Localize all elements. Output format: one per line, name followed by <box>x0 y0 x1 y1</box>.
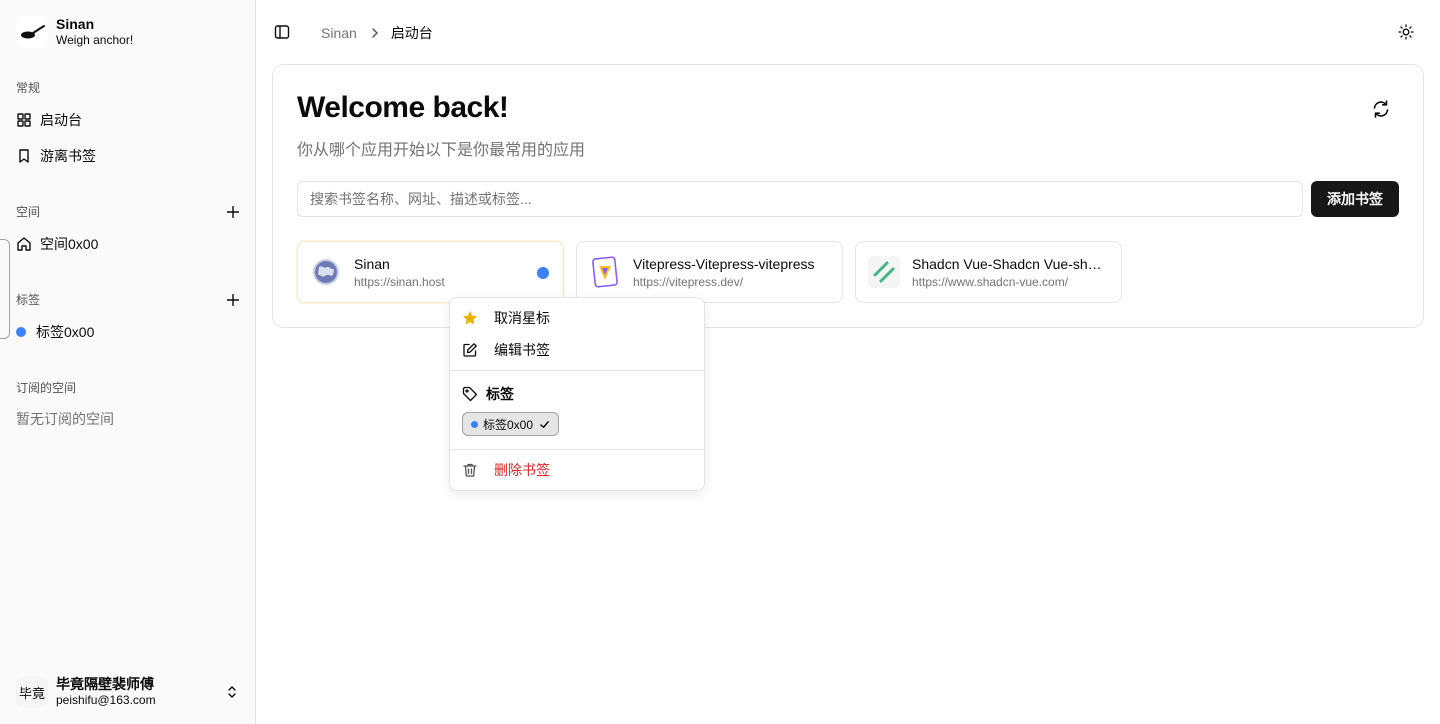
vitepress-logo-icon <box>589 256 621 288</box>
shadcn-vue-logo-icon <box>868 256 900 288</box>
launchpad-card: Welcome back! 你从哪个应用开始以下是你最常用的应用 添加书签 Si… <box>272 64 1424 328</box>
theme-toggle-button[interactable] <box>1396 22 1416 42</box>
globe-icon <box>310 256 342 288</box>
sidebar-item-loose-bookmarks[interactable]: 游离书签 <box>8 140 248 172</box>
breadcrumb-root[interactable]: Sinan <box>321 25 357 41</box>
unstar-menu-item[interactable]: 取消星标 <box>454 302 700 334</box>
bookmark-url: https://www.shadcn-vue.com/ <box>912 274 1069 289</box>
refresh-icon <box>1373 100 1389 118</box>
trash-icon <box>462 462 478 478</box>
refresh-button[interactable] <box>1369 97 1393 121</box>
add-tag-button[interactable] <box>225 292 241 308</box>
bookmark-name: Shadcn Vue-Shadcn Vue-shadcn <box>912 255 1104 272</box>
menu-divider <box>450 370 704 371</box>
group-label-spaces: 空间 <box>16 205 41 219</box>
user-menu-button[interactable]: 毕竟 毕竟隔壁裴师傅 peishifu@163.com <box>8 668 248 716</box>
brand-tagline: Weigh anchor! <box>56 33 134 47</box>
user-name: 毕竟隔壁裴师傅 <box>56 676 154 692</box>
top-bar: Sinan 启动台 <box>256 0 1440 64</box>
brand[interactable]: Sinan Weigh anchor! <box>16 16 133 48</box>
sidebar-toggle-button[interactable] <box>272 22 292 42</box>
edit-bookmark-menu-item[interactable]: 编辑书签 <box>454 334 700 366</box>
menu-tags-header: 标签 <box>462 384 514 404</box>
page-subtitle: 你从哪个应用开始以下是你最常用的应用 <box>297 142 586 159</box>
bookmark-name: Sinan <box>354 255 390 272</box>
chevron-right-icon <box>369 27 381 39</box>
group-label-general: 常规 <box>16 81 41 95</box>
tag-color-dot <box>471 420 478 428</box>
breadcrumb-current: 启动台 <box>390 25 433 41</box>
bookmark-context-menu: 取消星标 编辑书签 标签 标签0x00 删除书签 <box>449 297 705 491</box>
sidebar-item-label: 启动台 <box>40 112 82 128</box>
menu-item-label: 取消星标 <box>494 310 550 326</box>
plus-icon <box>227 294 239 306</box>
tag-color-dot <box>537 267 549 279</box>
menu-tags-label: 标签 <box>486 386 514 402</box>
add-space-button[interactable] <box>225 204 241 220</box>
grid-icon <box>16 112 32 128</box>
panel-left-icon <box>274 25 290 39</box>
group-label-subscribed: 订阅的空间 <box>16 381 77 395</box>
sun-icon <box>1398 24 1414 40</box>
breadcrumb: Sinan 启动台 <box>321 23 433 43</box>
bookmark-name: Vitepress-Vitepress-vitepress <box>633 255 815 272</box>
tag-color-dot <box>16 327 26 337</box>
chevrons-up-down-icon <box>228 686 236 698</box>
menu-divider <box>450 449 704 450</box>
bookmark-card-vitepress[interactable]: Vitepress-Vitepress-vitepress https://vi… <box>576 241 843 303</box>
plus-icon <box>227 206 239 218</box>
bookmark-url: https://sinan.host <box>354 274 445 289</box>
avatar: 毕竟 <box>16 676 48 708</box>
spoon-logo-icon <box>16 16 48 48</box>
bookmark-icon <box>16 148 32 164</box>
bookmark-card-sinan[interactable]: Sinan https://sinan.host <box>297 241 564 303</box>
delete-bookmark-menu-item[interactable]: 删除书签 <box>454 454 700 486</box>
sidebar-item-tag[interactable]: 标签0x00 <box>8 316 248 348</box>
sidebar-item-space[interactable]: 空间0x00 <box>8 228 248 260</box>
group-label-tags: 标签 <box>16 293 41 307</box>
bookmark-url: https://vitepress.dev/ <box>633 274 744 289</box>
home-icon <box>16 236 32 252</box>
edit-icon <box>462 342 478 358</box>
search-input[interactable] <box>297 181 1303 217</box>
page-title: Welcome back! <box>297 91 509 124</box>
sidebar-item-label: 空间0x00 <box>40 236 99 252</box>
star-icon <box>462 310 478 326</box>
check-icon <box>539 419 550 430</box>
sidebar-resize-handle[interactable] <box>0 239 10 339</box>
menu-item-label: 删除书签 <box>494 462 550 478</box>
sidebar-item-launchpad[interactable]: 启动台 <box>8 104 248 136</box>
subscribed-empty-text: 暂无订阅的空间 <box>16 411 114 427</box>
tag-chip-selected[interactable]: 标签0x00 <box>462 412 560 436</box>
bookmark-card-shadcn-vue[interactable]: Shadcn Vue-Shadcn Vue-shadcn https://www… <box>855 241 1122 303</box>
sidebar: Sinan Weigh anchor! 常规 启动台 游离书签 空间 空间0x0… <box>0 0 256 724</box>
tag-chip-label: 标签0x00 <box>483 417 534 432</box>
brand-name: Sinan <box>56 16 95 32</box>
tag-icon <box>462 386 478 402</box>
menu-item-label: 编辑书签 <box>494 342 550 358</box>
sidebar-item-label: 游离书签 <box>40 148 96 164</box>
add-bookmark-button[interactable]: 添加书签 <box>1311 181 1399 217</box>
sidebar-item-label: 标签0x00 <box>36 324 95 340</box>
user-email: peishifu@163.com <box>56 693 156 707</box>
